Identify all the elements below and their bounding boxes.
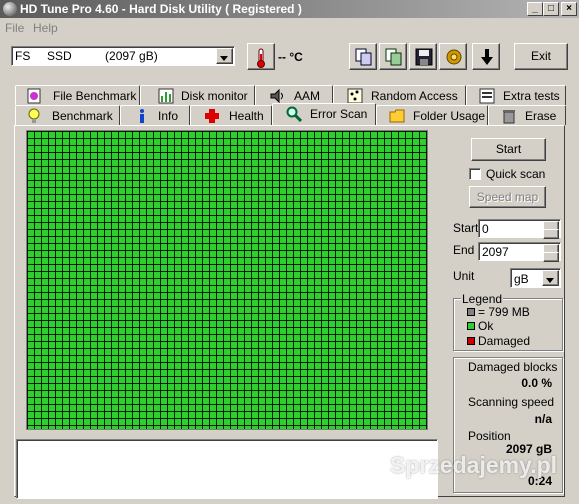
tab-erase[interactable]: Erase — [488, 105, 566, 125]
download-button[interactable] — [472, 43, 500, 70]
speaker-icon — [270, 88, 283, 104]
position-label: Position — [468, 429, 511, 443]
legend-ok-label: Ok — [478, 319, 494, 333]
tab-random-access[interactable]: Random Access — [333, 85, 466, 105]
tab-label: Benchmark — [52, 109, 113, 123]
damaged-blocks-value: 0.0 % — [521, 376, 552, 390]
copy-text-button[interactable] — [349, 43, 377, 70]
tab-label: File Benchmark — [53, 89, 137, 103]
block-map-grid — [26, 130, 428, 430]
end-spinner[interactable] — [543, 244, 559, 262]
end-label: End — [453, 243, 475, 257]
info-icon — [140, 109, 144, 123]
tab-extra-tests[interactable]: Extra tests — [466, 85, 566, 105]
start-input-value: 0 — [482, 222, 489, 236]
save-button[interactable] — [409, 43, 437, 70]
tab-benchmark[interactable]: Benchmark — [15, 105, 120, 125]
tab-label: Info — [158, 109, 179, 123]
exit-button-label: Exit — [530, 49, 551, 63]
legend-title: Legend — [461, 292, 504, 306]
tab-label: Disk monitor — [181, 89, 248, 103]
quick-scan-label: Quick scan — [486, 167, 546, 181]
tab-label: Health — [229, 109, 264, 123]
quick-scan-checkbox[interactable] — [469, 168, 481, 180]
tab-error-scan[interactable]: Error Scan — [272, 103, 376, 125]
window-title: HD Tune Pro 4.60 - Hard Disk Utility ( R… — [20, 2, 302, 16]
temperature-button[interactable] — [247, 43, 275, 70]
scanning-speed-label: Scanning speed — [468, 395, 555, 409]
extra-tests-icon — [479, 88, 495, 104]
options-button[interactable] — [439, 43, 467, 70]
health-cross-icon — [205, 109, 219, 123]
legend-block-swatch — [467, 308, 475, 316]
floppy-disk-icon — [415, 48, 433, 66]
exit-button[interactable]: Exit — [514, 43, 568, 70]
tab-health[interactable]: Health — [190, 105, 272, 125]
start-scan-button[interactable]: Start — [471, 138, 546, 161]
file-benchmark-icon — [27, 88, 41, 104]
end-input-value: 2097 — [482, 245, 509, 259]
spin-down-icon[interactable] — [543, 229, 559, 239]
tab-label: Folder Usage — [413, 109, 486, 123]
tab-label: Erase — [525, 109, 557, 123]
speed-map-button[interactable]: Speed map — [469, 186, 546, 208]
drive-select[interactable]: FS SSD (2097 gB) — [11, 46, 235, 66]
menu-file[interactable]: File — [5, 21, 24, 35]
app-icon — [3, 2, 17, 16]
minimize-button[interactable]: _ — [527, 2, 543, 16]
trash-icon — [503, 110, 515, 124]
watermark: Sprzedajemy.pl — [390, 452, 558, 478]
legend-block-size: = 799 MB — [478, 305, 530, 319]
title-bar: HD Tune Pro 4.60 - Hard Disk Utility ( R… — [0, 0, 579, 18]
spin-down-icon[interactable] — [543, 252, 559, 262]
magnifier-icon — [286, 106, 302, 122]
end-input[interactable]: 2097 — [478, 242, 561, 262]
copy-icon — [355, 48, 372, 66]
damaged-blocks-label: Damaged blocks — [468, 360, 558, 374]
legend-damaged-label: Damaged — [478, 334, 531, 348]
menu-bar: File Help — [0, 19, 579, 37]
settings-icon — [446, 49, 462, 65]
start-label: Start — [453, 221, 479, 235]
tab-folder-usage[interactable]: Folder Usage — [376, 105, 488, 125]
disk-monitor-icon — [158, 88, 174, 104]
thermometer-icon — [257, 48, 265, 68]
unit-label: Unit — [453, 269, 475, 283]
tab-label: AAM — [294, 89, 321, 103]
arrow-down-icon — [481, 49, 493, 65]
legend-damaged-swatch — [467, 337, 475, 345]
close-button[interactable]: × — [561, 2, 577, 16]
maximize-button[interactable]: □ — [543, 2, 559, 16]
folder-icon — [389, 109, 405, 123]
log-box[interactable] — [16, 439, 438, 499]
start-scan-button-label: Start — [495, 142, 522, 156]
legend-ok-swatch — [467, 322, 475, 330]
tab-info[interactable]: Info — [120, 105, 190, 125]
menu-help[interactable]: Help — [33, 21, 58, 35]
start-input[interactable]: 0 — [478, 219, 561, 239]
tab-file-benchmark[interactable]: File Benchmark — [15, 85, 140, 105]
lightbulb-icon — [28, 108, 40, 123]
tab-label: Error Scan — [310, 107, 368, 121]
start-spinner[interactable] — [543, 221, 559, 239]
tab-disk-monitor[interactable]: Disk monitor — [140, 85, 255, 105]
tab-label: Extra tests — [503, 89, 560, 103]
tab-aam[interactable]: AAM — [255, 85, 333, 105]
drive-select-value: FS SSD (2097 gB) — [15, 49, 158, 63]
copy-screenshot-button[interactable] — [379, 43, 407, 70]
tab-label: Random Access — [371, 89, 458, 103]
scanning-speed-value: n/a — [534, 412, 552, 426]
random-access-icon — [347, 88, 363, 104]
unit-select-value: gB — [514, 272, 529, 286]
speed-map-button-label: Speed map — [476, 190, 539, 204]
chevron-down-icon[interactable] — [542, 270, 559, 286]
copy-image-icon — [385, 48, 402, 66]
chevron-down-icon[interactable] — [216, 48, 233, 64]
unit-select[interactable]: gB — [510, 268, 561, 288]
temperature-readout: -- °C — [278, 50, 303, 64]
